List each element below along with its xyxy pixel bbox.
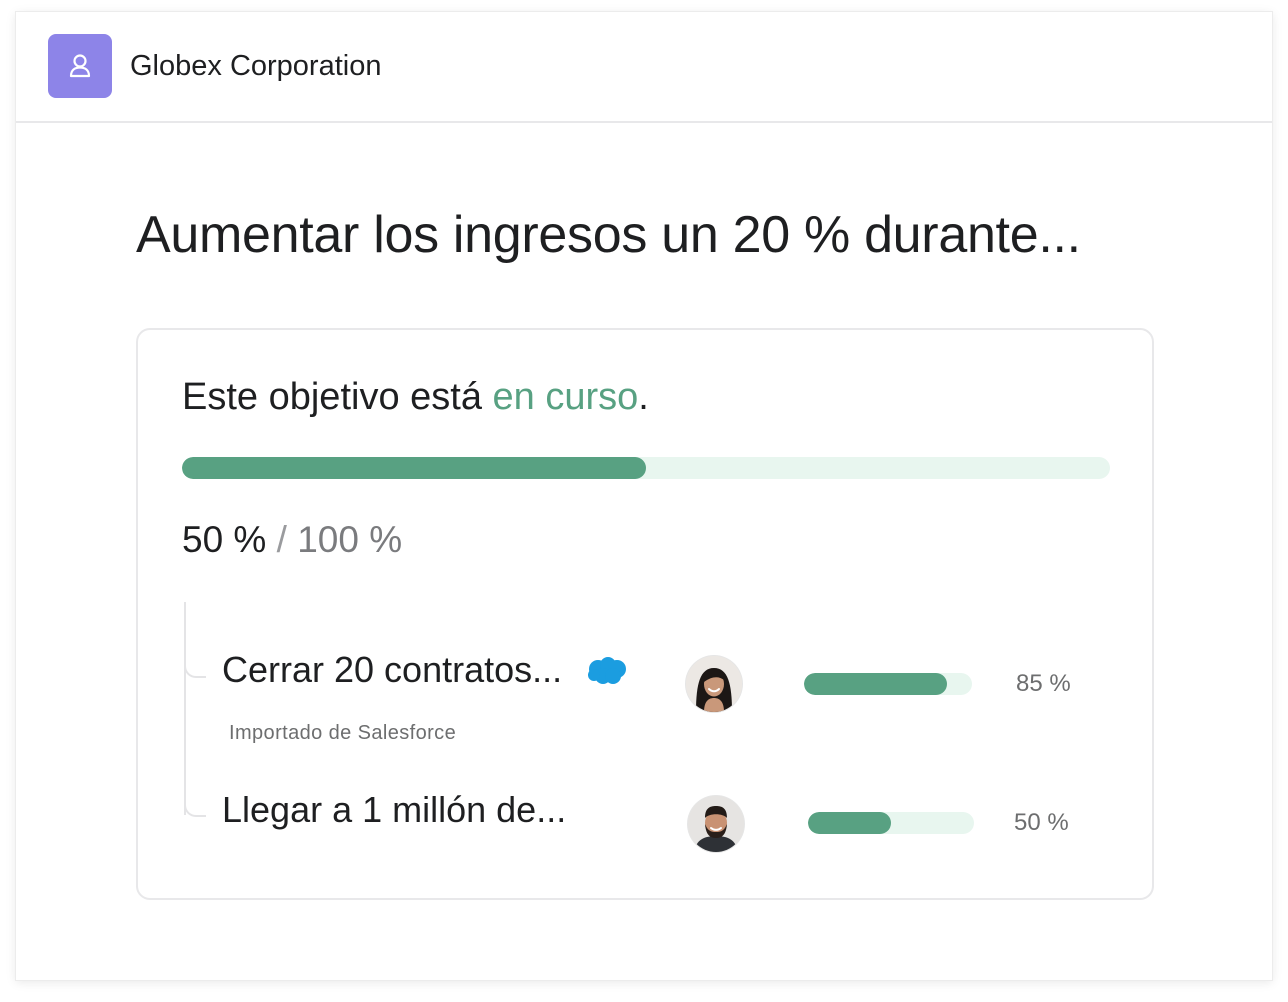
salesforce-cloud-icon xyxy=(588,657,626,684)
goal-window: Globex Corporation Aumentar los ingresos… xyxy=(16,12,1272,980)
sub-goal-percent: 50 % xyxy=(1014,809,1069,836)
progress-separator: / xyxy=(266,519,298,560)
man-avatar-image xyxy=(688,796,744,852)
goal-status-card: Este objetivo está en curso. 50 % / 100 … xyxy=(136,328,1154,900)
sub-goal-progress-fill xyxy=(804,673,947,695)
man-avatar[interactable] xyxy=(688,796,744,852)
sub-goal-title[interactable]: Cerrar 20 contratos... xyxy=(222,648,562,692)
sub-goal-percent: 85 % xyxy=(1016,670,1071,697)
header: Globex Corporation xyxy=(16,12,1272,123)
status-prefix: Este objetivo está xyxy=(182,376,493,418)
goal-progress-fill xyxy=(182,457,646,479)
woman-avatar[interactable] xyxy=(686,656,742,712)
status-suffix: . xyxy=(638,376,649,418)
progress-target: 100 % xyxy=(297,519,403,560)
org-name[interactable]: Globex Corporation xyxy=(130,48,381,84)
sub-goal-connector-branch xyxy=(184,787,206,817)
sub-goal-source: Importado de Salesforce xyxy=(229,722,457,744)
sub-goal-progress-bar xyxy=(804,673,972,695)
woman-avatar-image xyxy=(686,656,742,712)
sub-goal-progress-fill xyxy=(808,812,891,834)
progress-value: 50 % / 100 % xyxy=(182,518,402,562)
person-outline-icon xyxy=(69,54,91,78)
goal-progress-bar xyxy=(182,457,1110,479)
status-word[interactable]: en curso xyxy=(493,376,639,418)
sub-goal-title[interactable]: Llegar a 1 millón de... xyxy=(222,788,566,832)
status-line: Este objetivo está en curso. xyxy=(182,374,649,420)
progress-current: 50 % xyxy=(182,519,267,560)
org-people-icon[interactable] xyxy=(48,34,112,98)
sub-goal-connector xyxy=(184,602,206,815)
sub-goal-connector-branch xyxy=(184,648,206,678)
goal-title[interactable]: Aumentar los ingresos un 20 % durante... xyxy=(136,202,1081,268)
sub-goal-progress-bar xyxy=(808,812,974,834)
